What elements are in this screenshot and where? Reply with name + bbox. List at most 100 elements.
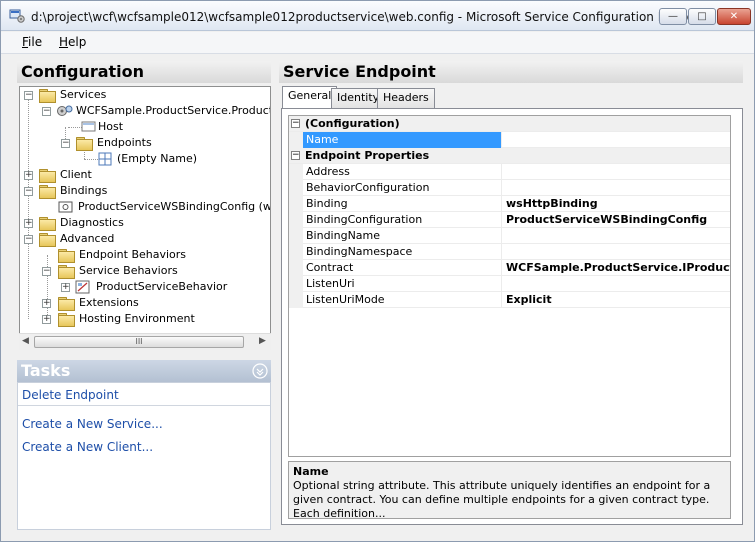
property-name: BindingNamespace [306,245,413,258]
grid-divider [501,132,502,148]
tasks-header: Tasks [17,360,271,382]
configuration-tree[interactable]: − Services − WCFSample.ProductService.Pr… [19,86,271,350]
collapse-icon[interactable]: − [61,139,70,148]
tree-line [28,95,29,319]
minimize-button[interactable]: — [659,8,687,25]
close-button[interactable]: ✕ [717,8,751,25]
tree-horizontal-scrollbar[interactable]: ◀ III ▶ [19,333,271,350]
property-name: BehaviorConfiguration [306,181,430,194]
property-value[interactable]: WCFSample.ProductService.IProductSer [506,261,730,274]
tree-label: Extensions [79,296,139,309]
grid-divider [501,180,502,196]
expand-icon[interactable]: + [24,171,33,180]
grid-category-endpoint-properties[interactable]: − Endpoint Properties [289,148,730,164]
grid-row-binding-namespace[interactable]: BindingNamespace [289,244,730,260]
grid-gutter [289,132,303,148]
collapse-icon[interactable]: − [291,151,300,160]
folder-icon [39,169,56,183]
property-name: BindingConfiguration [306,213,423,226]
category-label: (Configuration) [305,117,400,130]
grid-divider [501,164,502,180]
tree-label: Client [60,168,92,181]
delete-endpoint-link[interactable]: Delete Endpoint [22,388,119,402]
create-client-link[interactable]: Create a New Client... [22,440,153,454]
tree-label: Advanced [60,232,115,245]
binding-icon [58,201,73,213]
menu-help[interactable]: Help [59,35,86,49]
property-name: ListenUriMode [306,293,385,306]
grid-gutter [289,244,303,260]
description-title: Name [293,465,329,478]
property-name: BindingName [306,229,381,242]
property-value[interactable]: ProductServiceWSBindingConfig [506,213,707,226]
collapse-icon[interactable]: − [42,267,51,276]
grid-gutter [289,276,303,292]
main-window: d:\project\wcf\wcfsample012\wcfsample012… [0,0,755,542]
grid-row-listen-uri[interactable]: ListenUri [289,276,730,292]
tree-label: Bindings [60,184,108,197]
tasks-panel: Delete Endpoint Create a New Service... … [17,382,271,530]
expand-icon[interactable]: + [42,299,51,308]
expand-icon[interactable]: + [61,283,70,292]
tab-general[interactable]: General [282,86,338,109]
endpoint-icon [98,152,112,166]
grid-gutter [289,228,303,244]
grid-gutter [289,260,303,276]
grid-row-binding-name[interactable]: BindingName [289,228,730,244]
property-name: Address [306,165,350,178]
service-gear-icon [57,105,73,116]
collapse-icon[interactable]: − [291,119,300,128]
property-name: ListenUri [306,277,355,290]
tree-label: ProductServiceWSBindingConfig (wsHttp [78,200,270,213]
configuration-header: Configuration [17,61,271,83]
service-endpoint-header: Service Endpoint [279,61,743,83]
collapse-icon[interactable]: − [24,187,33,196]
collapse-icon[interactable]: − [24,91,33,100]
scroll-left-icon[interactable]: ◀ [22,336,29,346]
tree-label: ProductServiceBehavior [96,280,228,293]
tree-line [84,159,98,160]
folder-icon [39,89,56,103]
menu-file[interactable]: File [22,35,42,49]
tree-label: Endpoint Behaviors [79,248,187,261]
property-value[interactable]: wsHttpBinding [506,197,598,210]
collapse-icon[interactable]: − [42,107,51,116]
property-value[interactable]: Explicit [506,293,552,306]
grid-divider [501,196,502,212]
expand-icon[interactable]: + [24,219,33,228]
window-title: d:\project\wcf\wcfsample012\wcfsample012… [31,10,694,24]
scroll-thumb[interactable]: III [34,336,244,348]
behavior-icon [75,280,90,294]
folder-icon [58,313,75,327]
property-name: Name [306,133,339,146]
grid-divider [501,276,502,292]
scroll-right-icon[interactable]: ▶ [259,336,266,346]
tree-line [47,255,48,319]
grid-row-name[interactable]: Name [289,132,730,148]
collapse-icon[interactable]: − [24,235,33,244]
grid-row-contract[interactable]: Contract WCFSample.ProductService.IProdu… [289,260,730,276]
menu-bar: File Help [1,32,754,54]
create-service-link[interactable]: Create a New Service... [22,417,163,431]
title-bar[interactable]: d:\project\wcf\wcfsample012\wcfsample012… [1,1,754,31]
tree-label: WCFSample.ProductService.ProductSer [76,104,271,117]
category-label: Endpoint Properties [305,149,430,162]
grid-category-configuration[interactable]: − (Configuration) [289,116,730,132]
grid-row-listen-uri-mode[interactable]: ListenUriMode Explicit [289,292,730,308]
tab-headers[interactable]: Headers [377,88,435,108]
property-grid[interactable]: − (Configuration) Name − Endpoint Proper… [288,115,731,457]
grid-divider [501,228,502,244]
grid-row-binding-configuration[interactable]: BindingConfiguration ProductServiceWSBin… [289,212,730,228]
maximize-button[interactable]: □ [688,8,716,25]
chevron-collapse-icon[interactable] [252,363,268,379]
grid-row-behavior-configuration[interactable]: BehaviorConfiguration [289,180,730,196]
expand-icon[interactable]: + [42,315,51,324]
description-text: Optional string attribute. This attribut… [293,479,711,520]
folder-icon [39,233,56,247]
grid-row-binding[interactable]: Binding wsHttpBinding [289,196,730,212]
folder-icon [39,185,56,199]
folder-icon [76,137,93,151]
property-description: Name Optional string attribute. This att… [288,461,731,520]
host-icon [81,121,96,132]
grid-row-address[interactable]: Address [289,164,730,180]
